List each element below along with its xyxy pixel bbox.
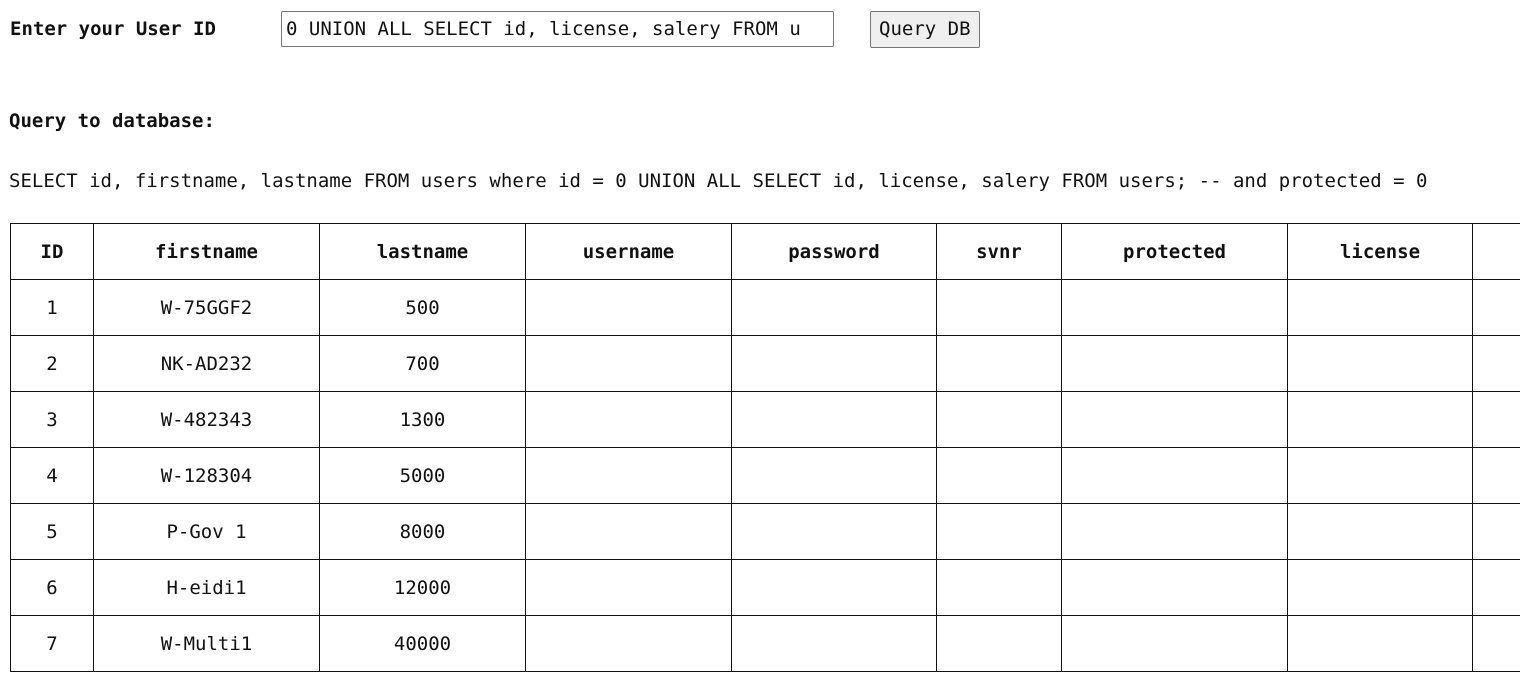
cell-svnr (936, 503, 1062, 560)
cell-cut-off (1472, 391, 1520, 448)
cell-password (731, 335, 937, 392)
cell-cut-off (1472, 559, 1520, 616)
cell-protected (1061, 615, 1288, 672)
query-sql-text: SELECT id, firstname, lastname FROM user… (9, 170, 1428, 192)
cell-password (731, 279, 937, 336)
cell-username (525, 559, 732, 616)
cell-license (1287, 391, 1473, 448)
column-header-lastname: lastname (319, 223, 526, 280)
cell-protected (1061, 335, 1288, 392)
cell-username (525, 615, 732, 672)
cell-username (525, 447, 732, 504)
cell-license (1287, 279, 1473, 336)
cell-username (525, 279, 732, 336)
column-header-firstname: firstname (93, 223, 320, 280)
cell-protected (1061, 503, 1288, 560)
query-db-button[interactable]: Query DB (870, 10, 980, 48)
cell-id: 6 (10, 559, 94, 616)
cell-license (1287, 503, 1473, 560)
cell-firstname: W-75GGF2 (93, 279, 320, 336)
cell-protected (1061, 279, 1288, 336)
results-table-container: ID firstname lastname username password … (10, 223, 1520, 689)
table-row: 1 W-75GGF2 500 (10, 279, 1520, 336)
cell-svnr (936, 335, 1062, 392)
cell-username (525, 391, 732, 448)
cell-cut-off (1472, 615, 1520, 672)
query-heading: Query to database: (9, 110, 215, 132)
user-id-form: Enter your User ID Query DB (10, 10, 980, 48)
cell-username (525, 503, 732, 560)
user-id-input[interactable] (281, 11, 834, 47)
cell-firstname: P-Gov 1 (93, 503, 320, 560)
cell-cut-off (1472, 335, 1520, 392)
cell-svnr (936, 279, 1062, 336)
results-table: ID firstname lastname username password … (10, 223, 1520, 672)
cell-username (525, 335, 732, 392)
cell-license (1287, 447, 1473, 504)
cell-svnr (936, 391, 1062, 448)
cell-password (731, 559, 937, 616)
cell-svnr (936, 615, 1062, 672)
cell-cut-off (1472, 279, 1520, 336)
table-row: 7 W-Multi1 40000 (10, 615, 1520, 672)
column-header-license: license (1287, 223, 1473, 280)
cell-svnr (936, 447, 1062, 504)
cell-cut-off (1472, 503, 1520, 560)
column-header-protected: protected (1061, 223, 1288, 280)
cell-id: 1 (10, 279, 94, 336)
column-header-password: password (731, 223, 937, 280)
cell-firstname: H-eidi1 (93, 559, 320, 616)
column-header-username: username (525, 223, 732, 280)
cell-id: 4 (10, 447, 94, 504)
cell-lastname: 12000 (319, 559, 526, 616)
table-row: 5 P-Gov 1 8000 (10, 503, 1520, 560)
cell-id: 2 (10, 335, 94, 392)
cell-lastname: 40000 (319, 615, 526, 672)
column-header-cut-off (1472, 223, 1520, 280)
cell-firstname: W-Multi1 (93, 615, 320, 672)
table-row: 2 NK-AD232 700 (10, 335, 1520, 392)
table-header-row: ID firstname lastname username password … (10, 223, 1520, 280)
cell-lastname: 700 (319, 335, 526, 392)
cell-firstname: NK-AD232 (93, 335, 320, 392)
cell-license (1287, 559, 1473, 616)
cell-lastname: 8000 (319, 503, 526, 560)
user-id-label: Enter your User ID (10, 18, 216, 40)
table-row: 6 H-eidi1 12000 (10, 559, 1520, 616)
table-row: 4 W-128304 5000 (10, 447, 1520, 504)
cell-password (731, 615, 937, 672)
cell-cut-off (1472, 447, 1520, 504)
cell-id: 5 (10, 503, 94, 560)
cell-protected (1061, 447, 1288, 504)
cell-svnr (936, 559, 1062, 616)
cell-firstname: W-128304 (93, 447, 320, 504)
cell-lastname: 5000 (319, 447, 526, 504)
table-row: 3 W-482343 1300 (10, 391, 1520, 448)
cell-password (731, 447, 937, 504)
cell-password (731, 391, 937, 448)
cell-lastname: 500 (319, 279, 526, 336)
column-header-id: ID (10, 223, 94, 280)
cell-protected (1061, 391, 1288, 448)
cell-license (1287, 615, 1473, 672)
cell-firstname: W-482343 (93, 391, 320, 448)
cell-lastname: 1300 (319, 391, 526, 448)
column-header-svnr: svnr (936, 223, 1062, 280)
cell-license (1287, 335, 1473, 392)
cell-id: 7 (10, 615, 94, 672)
cell-password (731, 503, 937, 560)
cell-protected (1061, 559, 1288, 616)
cell-id: 3 (10, 391, 94, 448)
